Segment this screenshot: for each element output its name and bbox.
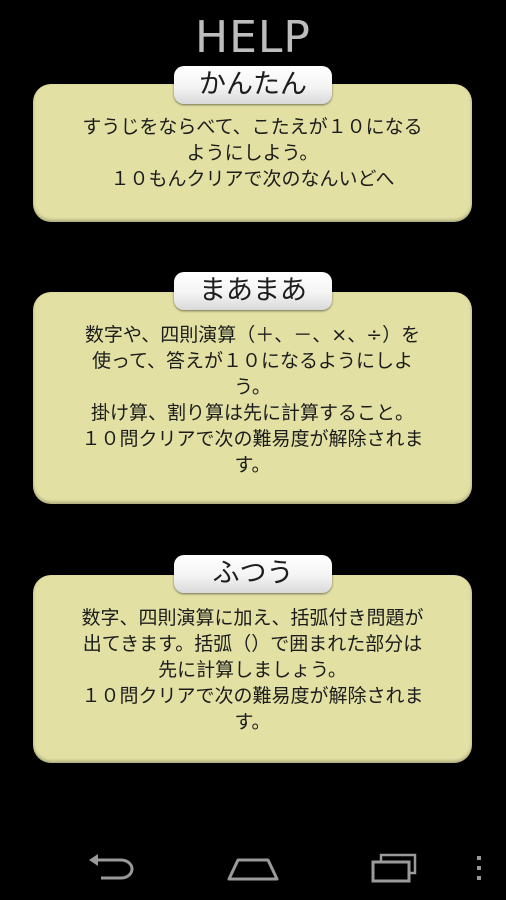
tab-easy: かんたん — [174, 66, 332, 104]
home-icon — [227, 858, 279, 881]
overflow-menu-icon — [477, 856, 481, 880]
back-icon — [89, 854, 134, 880]
tab-normal: まあまあ — [174, 272, 332, 310]
back-button[interactable] — [80, 848, 144, 888]
page-title: HELP — [195, 12, 311, 63]
help-text-easy: すうじをならべて、こたえが１０になる ようにしよう。 １０もんクリアで次のなんい… — [82, 116, 423, 190]
recents-button[interactable] — [362, 848, 426, 888]
help-card-easy: すうじをならべて、こたえが１０になる ようにしよう。 １０もんクリアで次のなんい… — [33, 84, 472, 222]
overflow-menu-button[interactable] — [468, 848, 490, 888]
help-card-normal: 数字や、四則演算（＋、－、×、÷）を 使って、答えが１０になるようにしよ う。 … — [33, 292, 472, 504]
help-text-medium: 数字、四則演算に加え、括弧付き問題が 出てきます。括弧（）で囲まれた部分は 先に… — [81, 607, 424, 733]
navigation-bar — [0, 836, 506, 900]
tab-medium: ふつう — [174, 555, 332, 593]
home-button[interactable] — [221, 848, 285, 888]
help-text-normal: 数字や、四則演算（＋、－、×、÷）を 使って、答えが１０になるようにしよ う。 … — [81, 324, 424, 476]
help-card-medium: 数字、四則演算に加え、括弧付き問題が 出てきます。括弧（）で囲まれた部分は 先に… — [33, 575, 472, 763]
recents-icon — [371, 853, 417, 883]
